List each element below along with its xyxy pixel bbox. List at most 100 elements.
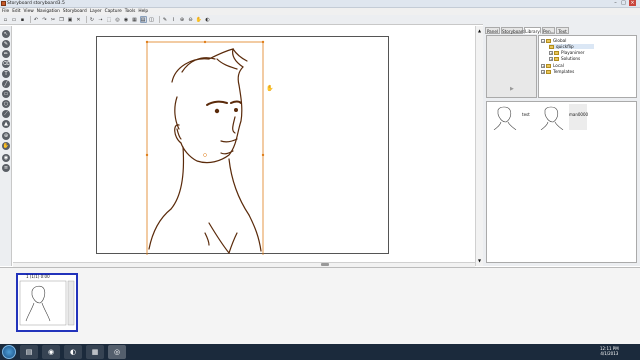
ellipse-tool-icon[interactable]: ○: [2, 100, 10, 108]
brush-tool-icon[interactable]: ✎: [2, 40, 10, 48]
cursor-icon: ✋: [266, 85, 274, 92]
expand-icon[interactable]: +: [541, 63, 545, 68]
system-clock[interactable]: 12:11 PM 4/1/2013: [600, 346, 619, 356]
expand-icon[interactable]: +: [541, 69, 545, 74]
panel-thumbnail[interactable]: [16, 273, 78, 332]
tree-item-quickflip[interactable]: quickflip: [549, 44, 594, 49]
eye-icon[interactable]: ◐: [204, 16, 211, 23]
tree-item-playanimer[interactable]: + Playanimer: [549, 50, 585, 55]
character-sketch: [148, 48, 262, 254]
pencil-icon[interactable]: ✎: [162, 16, 169, 23]
zoom-out-icon[interactable]: ⊖: [187, 16, 194, 23]
arrow-icon[interactable]: ➝: [97, 16, 104, 23]
tab-library[interactable]: Library: [524, 27, 541, 34]
expand-icon[interactable]: +: [549, 50, 553, 55]
select-tool-icon[interactable]: ↖: [2, 30, 10, 38]
drawing-canvas[interactable]: [96, 36, 389, 265]
polyline-tool-icon[interactable]: ⟋: [2, 110, 10, 118]
paint-tool-icon[interactable]: ▲: [2, 120, 10, 128]
scroll-down-icon[interactable]: ▼: [477, 258, 482, 263]
panel-thumbnail-label: 1 (1/1) 0:00: [26, 274, 50, 279]
library-tree[interactable]: − Global quickflip + Playanimer + Solutions…: [538, 35, 637, 98]
scroll-thumb[interactable]: [321, 263, 329, 266]
maximize-icon[interactable]: □: [620, 0, 627, 6]
panel-icon[interactable]: ◉: [123, 16, 130, 23]
app-taskbar-icon[interactable]: ▦: [86, 345, 104, 359]
folder-icon: [546, 63, 551, 68]
line-tool-icon[interactable]: ╱: [2, 80, 10, 88]
redo-icon[interactable]: ↷: [41, 16, 48, 23]
text-tool-icon[interactable]: T: [2, 70, 10, 78]
storyboard-taskbar-icon[interactable]: ◎: [108, 345, 126, 359]
window-title: Storyboard storyboard3.5: [7, 1, 65, 6]
rectangle-tool-icon[interactable]: ▭: [2, 90, 10, 98]
delete-icon[interactable]: ✕: [75, 16, 82, 23]
selection-handle: [145, 40, 149, 44]
vertical-scrollbar[interactable]: ▲ ▼: [475, 26, 483, 266]
library-item-thumbnail[interactable]: [490, 104, 520, 131]
tree-item-templates[interactable]: + Templates: [541, 69, 574, 74]
paste-icon[interactable]: ▣: [67, 16, 74, 23]
folder-icon: [554, 50, 559, 55]
hand-tool-icon[interactable]: ✋: [2, 142, 10, 150]
open-icon[interactable]: ▭: [11, 16, 18, 23]
expand-icon[interactable]: +: [549, 56, 553, 61]
zoom-in-icon[interactable]: ⊕: [179, 16, 186, 23]
tree-item-local[interactable]: + Local: [541, 63, 564, 68]
camera-icon[interactable]: ▤: [139, 16, 147, 23]
tab-panel[interactable]: Panel: [485, 27, 500, 34]
collapse-icon[interactable]: −: [541, 38, 545, 43]
close-icon[interactable]: ×: [629, 0, 636, 6]
copy-icon[interactable]: ❐: [58, 16, 65, 23]
menu-tools[interactable]: Tools: [125, 9, 136, 14]
menu-storyboard[interactable]: Storyboard: [63, 9, 87, 14]
tab-storyboard[interactable]: Storyboard: [501, 27, 525, 34]
hand-icon[interactable]: ✋: [196, 16, 203, 23]
minimize-icon[interactable]: –: [612, 0, 619, 6]
zoom-tool-icon[interactable]: ⊕: [2, 132, 10, 140]
layer-icon[interactable]: ▦: [131, 16, 138, 23]
select-icon[interactable]: ⬚: [106, 16, 113, 23]
cut-icon[interactable]: ✂: [50, 16, 57, 23]
selection-handle: [261, 40, 265, 44]
menu-view[interactable]: View: [24, 9, 34, 14]
rotate-icon[interactable]: ↻: [89, 16, 96, 23]
layer-tool-icon[interactable]: ≡: [2, 164, 10, 172]
scene-icon[interactable]: ◎: [114, 16, 121, 23]
menu-layer[interactable]: Layer: [90, 9, 102, 14]
thumbnail-strip[interactable]: [0, 267, 640, 344]
menu-edit[interactable]: Edit: [12, 9, 20, 14]
new-icon[interactable]: ▫: [2, 16, 9, 23]
folder-icon: [546, 38, 551, 43]
brush-icon[interactable]: ⌇: [170, 16, 177, 23]
toolbar-separator: [29, 16, 31, 23]
folder-icon: [554, 56, 559, 61]
firefox-taskbar-icon[interactable]: ◐: [64, 345, 82, 359]
scroll-up-icon[interactable]: ▲: [477, 28, 482, 33]
explorer-taskbar-icon[interactable]: ▤: [20, 345, 38, 359]
toolbar-separator: [85, 16, 87, 23]
menu-navigation[interactable]: Navigation: [37, 9, 60, 14]
library-item-thumbnail[interactable]: [537, 104, 567, 131]
save-icon[interactable]: ▪: [19, 16, 26, 23]
chrome-taskbar-icon[interactable]: ◉: [42, 345, 60, 359]
toolbar-separator: [158, 16, 160, 23]
tree-item-solutions[interactable]: + Solutions: [549, 56, 580, 61]
library-items[interactable]: test man0000: [486, 101, 637, 263]
menu-help[interactable]: Help: [138, 9, 148, 14]
menu-file[interactable]: File: [2, 9, 9, 14]
camera-tool-icon[interactable]: ◉: [2, 154, 10, 162]
menu-capture[interactable]: Capture: [105, 9, 122, 14]
tab-pen[interactable]: Pen...: [542, 27, 555, 34]
play-icon[interactable]: ▶: [510, 86, 514, 92]
start-button-icon[interactable]: [2, 345, 16, 359]
tab-text[interactable]: Text: [556, 27, 569, 34]
title-bar: Storyboard storyboard3.5 – □ ×: [0, 0, 640, 8]
onion-icon[interactable]: ◫: [148, 16, 155, 23]
undo-icon[interactable]: ↶: [33, 16, 40, 23]
tree-item-global[interactable]: − Global: [541, 38, 566, 43]
app-icon: [1, 1, 6, 6]
pencil-tool-icon[interactable]: ✏: [2, 50, 10, 58]
eraser-tool-icon[interactable]: ⌫: [2, 60, 10, 68]
library-item-label: test: [522, 112, 530, 117]
